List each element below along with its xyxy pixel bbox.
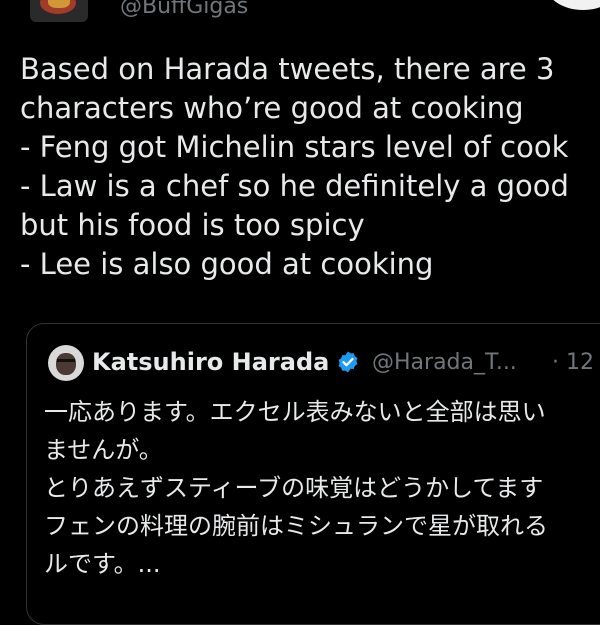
quoted-author-avatar[interactable]	[48, 345, 84, 381]
tweet-line: characters who’re good at cooking	[20, 91, 524, 125]
quoted-line: ませんが。	[44, 436, 163, 464]
quoted-tweet-body: 一応あります。エクセル表みないと全部は思い ませんが。 とりあえずスティーブの味…	[44, 393, 600, 583]
quoted-line: 一応あります。エクセル表みないと全部は思い	[44, 398, 546, 426]
quoted-line: とりあえずスティーブの味覚はどうかしてます	[44, 474, 544, 502]
quoted-line: フェンの料理の腕前はミシュランで星が取れる	[44, 512, 548, 540]
author-handle[interactable]: @BuffGigas	[120, 0, 248, 19]
tweet-line: - Law is a chef so he definitely a good	[20, 169, 569, 203]
author-avatar[interactable]	[30, 0, 88, 22]
quoted-line: ルです。...	[44, 550, 161, 578]
quoted-tweet-time[interactable]: · 12	[552, 350, 594, 375]
tweet-body: Based on Harada tweets, there are 3 char…	[20, 50, 600, 284]
verified-badge-icon	[338, 351, 358, 373]
tweet-line: Based on Harada tweets, there are 3	[20, 52, 555, 86]
quoted-author-name[interactable]: Katsuhiro Harada	[92, 348, 329, 376]
follow-button[interactable]	[546, 0, 600, 10]
quoted-author-handle[interactable]: @Harada_T...	[372, 350, 517, 375]
tweet-line: - Lee is also good at cooking	[20, 247, 434, 281]
tweet-line: - Feng got Michelin stars level of cook	[20, 130, 569, 164]
tweet-line: but his food is too spicy	[20, 208, 365, 242]
